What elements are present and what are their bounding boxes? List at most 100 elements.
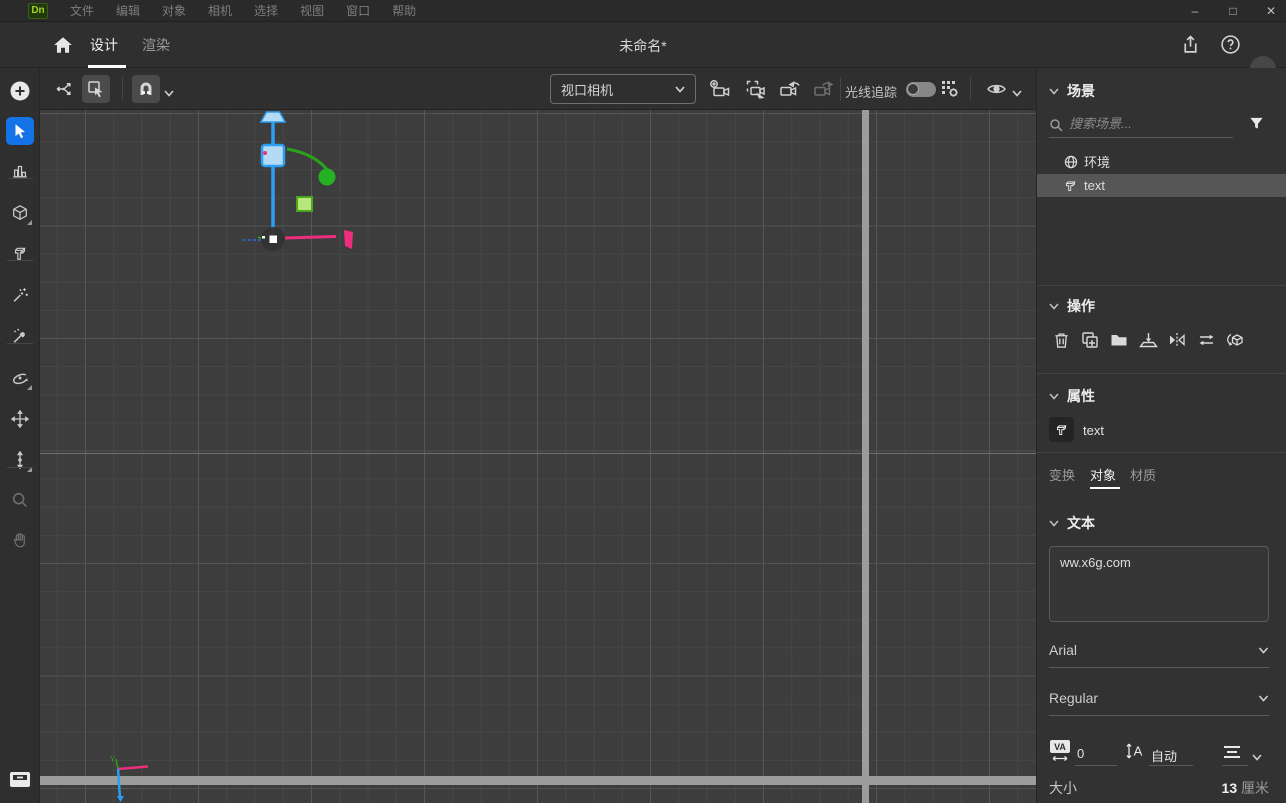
snap-chevron-icon[interactable] (164, 84, 174, 102)
visibility-chevron-icon[interactable] (1012, 84, 1022, 102)
font-family-value: Arial (1049, 642, 1077, 658)
text-content-input[interactable]: ww.x6g.com (1049, 546, 1269, 622)
delete-trash-icon[interactable] (1051, 330, 1071, 350)
close-button[interactable]: ✕ (1264, 4, 1278, 18)
maximize-button[interactable]: □ (1226, 4, 1240, 18)
globe-icon (1063, 155, 1078, 169)
menu-object[interactable]: 对象 (162, 2, 186, 19)
scene-item-label: text (1084, 178, 1105, 193)
viewport-camera-value: 视口相机 (561, 80, 613, 99)
visibility-eye-icon[interactable] (982, 75, 1010, 103)
text-align-chevron-icon[interactable] (1252, 749, 1262, 764)
orbit-camera-tool[interactable] (6, 364, 34, 392)
eyedropper-tool[interactable] (6, 322, 34, 350)
world-axis-vertical-line (862, 110, 869, 803)
line-spacing-value-field[interactable]: 自动 (1151, 746, 1177, 765)
add-camera-icon[interactable] (706, 75, 734, 103)
bookmark-camera-icon[interactable] (742, 75, 770, 103)
menu-file[interactable]: 文件 (70, 2, 94, 19)
magic-wand-tool[interactable] (6, 281, 34, 309)
tab-material[interactable]: 材质 (1130, 465, 1156, 484)
document-title: 未命名* (0, 36, 1286, 56)
hand-tool (6, 526, 34, 554)
menu-window[interactable]: 窗口 (346, 2, 370, 19)
chevron-down-icon (1049, 88, 1059, 95)
pan-camera-tool[interactable] (6, 405, 34, 433)
panel-divider (1037, 452, 1286, 453)
align-to-ground-icon[interactable] (1138, 330, 1158, 350)
revert-camera-icon[interactable] (776, 75, 804, 103)
mirror-flip-icon[interactable] (1167, 330, 1187, 350)
viewport-canvas[interactable]: Y X (40, 110, 1036, 803)
move-gizmo-icon[interactable] (50, 75, 78, 103)
scene-item-text[interactable]: text (1037, 174, 1286, 197)
group-folder-icon[interactable] (1109, 330, 1129, 350)
select-tool[interactable] (6, 117, 34, 145)
transform-gizmo[interactable] (190, 110, 450, 280)
share-icon[interactable] (1180, 34, 1201, 55)
size-field[interactable]: 13 厘米 (1222, 778, 1269, 798)
select-mode-button[interactable] (82, 75, 110, 103)
menu-edit[interactable]: 编辑 (116, 2, 140, 19)
scene-section-header[interactable]: 场景 (1049, 81, 1095, 101)
menu-camera[interactable]: 相机 (208, 2, 232, 19)
tab-transform[interactable]: 变换 (1049, 465, 1075, 484)
help-icon[interactable] (1220, 34, 1241, 55)
ray-tracing-toggle[interactable] (906, 82, 936, 97)
gizmo-rotate-handle[interactable] (319, 169, 336, 186)
text-align-icon[interactable] (1222, 744, 1242, 763)
viewport-camera-dropdown[interactable]: 视口相机 (550, 74, 696, 104)
add-content-button[interactable] (9, 80, 31, 102)
selected-object-name: text (1083, 423, 1104, 438)
tracking-value-field[interactable]: 0 (1077, 746, 1084, 761)
gizmo-center-square[interactable] (270, 236, 278, 244)
render-preview-toggle-icon[interactable] (9, 771, 31, 788)
sidebar-divider (7, 467, 33, 468)
dolly-camera-tool[interactable] (6, 446, 34, 474)
actions-section-header[interactable]: 操作 (1049, 296, 1095, 316)
text-section-header[interactable]: 文本 (1049, 513, 1095, 533)
font-family-dropdown[interactable]: Arial (1049, 642, 1269, 658)
render-settings-icon[interactable] (936, 75, 964, 103)
chevron-down-icon (675, 86, 685, 93)
rotate-object-icon[interactable] (1225, 330, 1245, 350)
toolbar-divider (970, 77, 971, 101)
search-underline (1049, 137, 1233, 138)
podium-tool[interactable] (6, 157, 34, 185)
gizmo-scale-handle[interactable] (297, 197, 312, 211)
menu-help[interactable]: 帮助 (392, 2, 416, 19)
text-3d-icon (1049, 417, 1074, 442)
world-axis-horizontal-line (40, 776, 1036, 785)
swap-replace-icon[interactable] (1196, 330, 1216, 350)
extrude-text-tool[interactable] (6, 239, 34, 267)
chevron-down-icon (1258, 695, 1269, 702)
sidebar-divider (7, 260, 33, 261)
text-3d-icon (1063, 179, 1078, 192)
gizmo-y-scale-handle[interactable] (262, 145, 284, 166)
gizmo-x-axis-line[interactable] (285, 237, 336, 239)
properties-section-header[interactable]: 属性 (1049, 386, 1095, 406)
filter-funnel-icon[interactable] (1249, 116, 1264, 134)
line-spacing-underline (1149, 765, 1193, 766)
svg-text:VA: VA (1054, 742, 1066, 752)
size-value[interactable]: 13 (1222, 780, 1238, 796)
duplicate-icon[interactable] (1080, 330, 1100, 350)
active-prop-tab-underline (1090, 487, 1120, 489)
font-family-underline (1049, 667, 1269, 668)
scene-search-input[interactable] (1069, 116, 1229, 131)
scene-item-label: 环境 (1084, 152, 1110, 171)
gizmo-rotate-arc[interactable] (287, 149, 329, 172)
scene-item-environment[interactable]: 环境 (1037, 150, 1286, 173)
menu-view[interactable]: 视图 (300, 2, 324, 19)
font-style-dropdown[interactable]: Regular (1049, 690, 1269, 706)
size-row: 大小 13 厘米 (1049, 778, 1269, 798)
tracking-icon: VA (1049, 739, 1073, 766)
gizmo-pivot-dot (263, 151, 267, 155)
menu-select[interactable]: 选择 (254, 2, 278, 19)
tab-object[interactable]: 对象 (1090, 465, 1116, 484)
gizmo-x-arrow-handle[interactable] (344, 230, 353, 249)
gizmo-y-arrow-handle[interactable] (261, 112, 285, 122)
snap-magnet-button[interactable] (132, 75, 160, 103)
minimize-button[interactable]: – (1188, 4, 1202, 18)
primitives-cube-tool[interactable] (6, 199, 34, 227)
